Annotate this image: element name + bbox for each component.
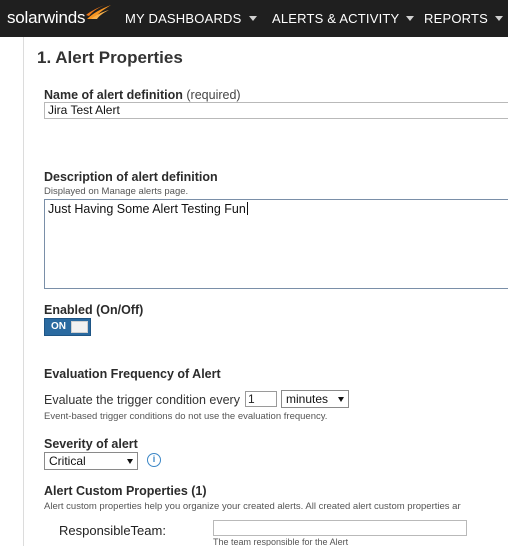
enabled-label: Enabled (On/Off)	[44, 303, 144, 317]
required-note: (required)	[186, 88, 241, 102]
nav-my-dashboards[interactable]: MY DASHBOARDS	[125, 0, 257, 37]
severity-value: Critical	[49, 454, 86, 468]
dropdown-arrow-icon	[338, 396, 344, 402]
nav-reports-label: REPORTS	[424, 11, 489, 26]
custom-properties-label: Alert Custom Properties (1)	[44, 484, 207, 498]
nav-alerts-activity[interactable]: ALERTS & ACTIVITY	[272, 0, 415, 37]
description-textarea[interactable]: Just Having Some Alert Testing Fun	[44, 199, 508, 289]
nav-reports[interactable]: REPORTS	[424, 0, 504, 37]
description-text: Just Having Some Alert Testing Fun	[48, 202, 246, 216]
toggle-state-label: ON	[51, 321, 66, 332]
nav-alerts-activity-label: ALERTS & ACTIVITY	[272, 11, 400, 26]
chevron-down-icon	[495, 16, 504, 21]
chevron-down-icon	[406, 16, 415, 21]
solarwinds-logo[interactable]: solarwinds	[7, 5, 111, 30]
logo-flame-icon	[86, 5, 111, 19]
evaluation-interval-input[interactable]: 1	[245, 391, 277, 407]
alert-name-label: Name of alert definition (required)	[44, 88, 241, 102]
responsible-team-hint: The team responsible for the Alert	[213, 537, 349, 546]
responsible-team-label: ResponsibleTeam:	[59, 523, 166, 538]
toggle-knob	[71, 321, 88, 333]
severity-select[interactable]: Critical	[44, 452, 138, 470]
text-cursor	[246, 202, 248, 215]
logo-text: solarwinds	[7, 8, 86, 27]
alert-name-input[interactable]: Jira Test Alert	[44, 102, 508, 119]
alert-name-label-text: Name of alert definition	[44, 88, 183, 102]
interval-unit-select[interactable]: minutes	[281, 390, 349, 408]
nav-my-dashboards-label: MY DASHBOARDS	[125, 11, 242, 26]
section-title: 1. Alert Properties	[37, 48, 183, 67]
severity-label: Severity of alert	[44, 437, 138, 451]
enabled-toggle[interactable]: ON	[44, 318, 91, 336]
dropdown-arrow-icon	[127, 458, 133, 464]
chevron-down-icon	[248, 16, 257, 21]
custom-properties-hint: Alert custom properties help you organiz…	[44, 501, 461, 512]
left-divider	[23, 37, 24, 546]
evaluation-text: Evaluate the trigger condition every	[44, 393, 240, 407]
top-navigation-bar: solarwinds MY DASHBOARDS ALERTS & ACTIVI…	[0, 0, 508, 37]
description-hint: Displayed on Manage alerts page.	[44, 186, 189, 197]
evaluation-frequency-label: Evaluation Frequency of Alert	[44, 367, 221, 381]
evaluation-hint: Event-based trigger conditions do not us…	[44, 411, 328, 422]
info-icon[interactable]: i	[147, 453, 161, 467]
interval-unit-value: minutes	[286, 392, 329, 406]
description-label: Description of alert definition	[44, 170, 218, 184]
responsible-team-input[interactable]	[213, 520, 467, 536]
